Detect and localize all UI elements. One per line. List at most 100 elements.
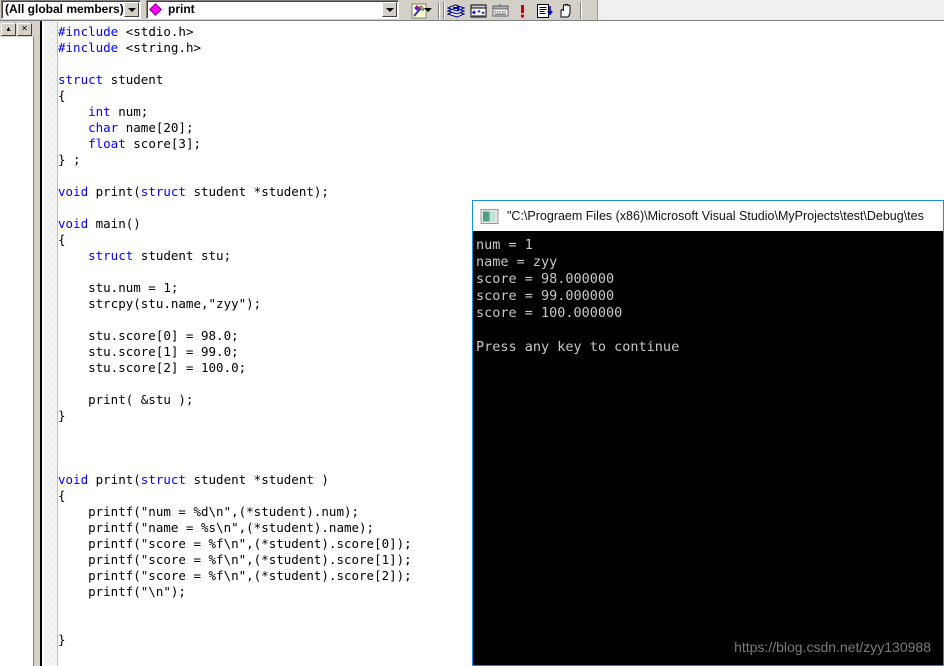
code-text: printf("name = %s\n",(*student).name); — [58, 520, 375, 535]
console-output-line: Press any key to continue — [476, 339, 680, 355]
books-stack-icon — [447, 3, 465, 18]
code-text: } — [58, 632, 66, 647]
scope-combobox[interactable]: (All global members) — [1, 0, 141, 19]
code-text: student stu; — [133, 248, 232, 263]
code-keyword: struct — [88, 248, 134, 263]
console-output-line: num = 1 — [476, 237, 533, 253]
code-keyword: int — [88, 104, 111, 119]
code-text: student *student ) — [185, 472, 329, 487]
code-line: } ; — [58, 152, 412, 168]
code-text: <string.h> — [118, 40, 202, 55]
watermark: https://blog.csdn.net/zyy130988 — [734, 639, 931, 655]
code-line: { — [58, 488, 412, 504]
code-text: printf("num = %d\n",(*student).num); — [58, 504, 360, 519]
console-window-icon — [480, 208, 499, 225]
console-output-line: name = zyy — [476, 254, 558, 270]
code-keyword: void — [58, 184, 89, 199]
code-text: } — [58, 408, 66, 423]
code-text: } ; — [58, 152, 81, 167]
find-in-files-button[interactable] — [403, 1, 435, 20]
editor-left-pane — [0, 37, 34, 666]
code-keyword: float — [88, 136, 126, 151]
code-text: stu.num = 1; — [58, 280, 179, 295]
code-line: printf("score = %f\n",(*student).score[0… — [58, 536, 412, 552]
code-line: void main() — [58, 216, 412, 232]
toolbar: (All global members) print — [0, 0, 944, 21]
window-keyboard-icon — [492, 3, 508, 16]
code-line: { — [58, 232, 412, 248]
code-keyword: struct — [140, 472, 186, 487]
code-line: stu.score[0] = 98.0; — [58, 328, 412, 344]
console-title-bar[interactable]: "C:\Prograem Files (x86)\Microsoft Visua… — [473, 201, 943, 231]
important-button[interactable] — [511, 1, 533, 20]
code-line: struct student — [58, 72, 412, 88]
chevron-down-icon[interactable] — [382, 2, 397, 17]
code-text: printf("score = %f\n",(*student).score[0… — [58, 536, 412, 551]
editor-selection-margin[interactable] — [44, 21, 58, 666]
console-window[interactable]: "C:\Prograem Files (x86)\Microsoft Visua… — [472, 200, 944, 666]
code-keyword: struct — [140, 184, 186, 199]
code-line: stu.num = 1; — [58, 280, 412, 296]
source-code: #include <stdio.h> #include <string.h> st… — [58, 24, 412, 648]
code-keyword: struct — [58, 72, 104, 87]
code-line: printf("\n"); — [58, 584, 412, 600]
code-line: printf("score = %f\n",(*student).score[1… — [58, 552, 412, 568]
exclamation-icon — [520, 4, 524, 17]
mdi-close-button[interactable]: ✕ — [17, 22, 32, 36]
code-line: { — [58, 88, 412, 104]
code-text: { — [58, 488, 66, 503]
document-down-button[interactable] — [533, 1, 555, 20]
code-text: stu.score[1] = 99.0; — [58, 344, 239, 359]
hand-icon — [560, 3, 571, 17]
code-text: print( — [88, 472, 141, 487]
mdi-restore-button[interactable]: ▴ — [1, 22, 16, 36]
code-text: num; — [110, 104, 149, 119]
bookmark-stack-button[interactable] — [445, 1, 467, 20]
code-text: printf("score = %f\n",(*student).score[2… — [58, 568, 412, 583]
code-text: printf("score = %f\n",(*student).score[1… — [58, 552, 412, 567]
code-text: strcpy(stu.name,"zyy"); — [58, 296, 262, 311]
toolbar-separator — [438, 2, 440, 19]
chevron-down-icon[interactable] — [124, 2, 139, 17]
code-line: stu.score[2] = 100.0; — [58, 360, 412, 376]
code-text: student — [103, 72, 164, 87]
toolbar-empty-area — [597, 0, 944, 20]
console-output-area[interactable]: num = 1 name = zyy score = 98.000000 score … — [473, 231, 943, 665]
chevron-down-icon[interactable] — [424, 8, 432, 12]
keyboard-window-button[interactable] — [489, 1, 511, 20]
mdi-child-window-controls: ▴ ✕ — [0, 21, 34, 37]
code-keyword: void — [58, 472, 89, 487]
code-line: void print(struct student *student); — [58, 184, 412, 200]
toolbar-separator — [580, 2, 582, 19]
code-keyword: char — [88, 120, 119, 135]
console-output-line: score = 98.000000 — [476, 271, 615, 287]
code-line: struct student stu; — [58, 248, 412, 264]
new-window-button[interactable] — [467, 1, 489, 20]
code-line: printf("num = %d\n",(*student).num); — [58, 504, 412, 520]
code-text: stu.score[0] = 98.0; — [58, 328, 239, 343]
code-line: printf("score = %f\n",(*student).score[2… — [58, 568, 412, 584]
code-line: } — [58, 408, 412, 424]
member-combobox[interactable]: print — [146, 0, 399, 19]
code-text: print( &stu ); — [58, 392, 194, 407]
document-down-arrow-icon — [536, 3, 553, 18]
function-member-icon — [150, 4, 161, 16]
code-keyword: #include — [58, 24, 119, 39]
code-line: int num; — [58, 104, 412, 120]
hand-button[interactable] — [555, 1, 577, 20]
vc6-ide-screenshot: (All global members) print #include <std… — [0, 0, 944, 666]
code-line: } — [58, 632, 412, 648]
code-line: print( &stu ); — [58, 392, 412, 408]
code-line: void print(struct student *student ) — [58, 472, 412, 488]
